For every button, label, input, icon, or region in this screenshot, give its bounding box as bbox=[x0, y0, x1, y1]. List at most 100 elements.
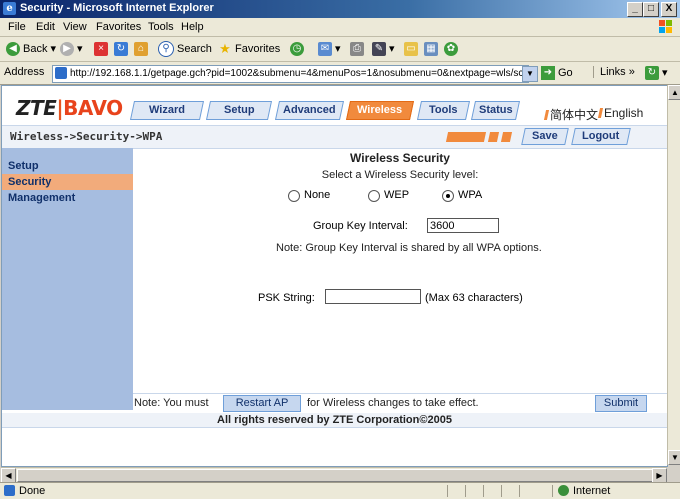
group-key-input[interactable] bbox=[427, 218, 499, 233]
decor-bar bbox=[487, 132, 500, 142]
save-button[interactable]: Save bbox=[521, 128, 569, 145]
minimize-button[interactable]: _ bbox=[627, 2, 643, 17]
decor-bar bbox=[445, 132, 487, 142]
star-icon: ★ bbox=[219, 41, 231, 57]
mail-button[interactable]: ✉ ▾ bbox=[318, 41, 341, 57]
breadcrumb: Wireless->Security->WPA bbox=[10, 130, 163, 143]
nav-wizard[interactable]: Wizard bbox=[129, 101, 205, 120]
restart-note-post: for Wireless changes to take effect. bbox=[307, 397, 479, 409]
edit-button[interactable]: ✎ ▾ bbox=[372, 41, 395, 57]
lang-english[interactable]: English bbox=[597, 106, 643, 120]
lang-marker-icon bbox=[597, 108, 604, 118]
mail-icon: ✉ bbox=[318, 42, 332, 57]
extension-icon: ↻ bbox=[645, 66, 659, 81]
nav-wireless[interactable]: Wireless bbox=[345, 101, 415, 120]
psk-input[interactable] bbox=[325, 289, 421, 304]
stop-button[interactable]: × bbox=[94, 41, 111, 57]
status-panel bbox=[483, 485, 484, 497]
logout-button[interactable]: Logout bbox=[571, 128, 631, 145]
nav-status[interactable]: Status bbox=[470, 101, 521, 120]
radio-none-label: None bbox=[304, 189, 331, 201]
back-button[interactable]: ◀ Back ▾ bbox=[6, 41, 56, 57]
print-button[interactable]: ⎙ bbox=[350, 41, 367, 57]
nav-tools[interactable]: Tools bbox=[416, 101, 471, 120]
menu-bar: File Edit View Favorites Tools Help bbox=[0, 18, 680, 37]
address-bar: Address http://192.168.1.1/getpage.gch?p… bbox=[0, 62, 680, 85]
address-input[interactable]: http://192.168.1.1/getpage.gch?pid=1002&… bbox=[52, 65, 529, 83]
scroll-down-icon[interactable]: ▼ bbox=[668, 450, 680, 465]
home-button[interactable]: ⌂ bbox=[134, 41, 151, 57]
folder-icon: ▭ bbox=[404, 42, 418, 57]
radio-wep-label: WEP bbox=[384, 189, 410, 201]
scroll-thumb[interactable] bbox=[17, 469, 653, 482]
address-dropdown-icon[interactable]: ▼ bbox=[522, 66, 538, 82]
menu-view[interactable]: View bbox=[63, 21, 87, 33]
status-bar: Done Internet bbox=[0, 482, 680, 499]
menu-favorites[interactable]: Favorites bbox=[96, 21, 141, 33]
research-button[interactable]: ▦ bbox=[424, 41, 441, 57]
lang-marker-icon bbox=[543, 110, 550, 120]
horizontal-scrollbar[interactable]: ◀ ▶ bbox=[1, 467, 667, 483]
status-panel bbox=[447, 485, 448, 497]
zone-text: Internet bbox=[573, 485, 611, 497]
scroll-right-icon[interactable]: ▶ bbox=[652, 468, 667, 483]
group-key-label: Group Key Interval: bbox=[313, 220, 408, 232]
restart-ap-button[interactable]: Restart AP bbox=[223, 395, 301, 412]
history-icon: ◷ bbox=[290, 42, 304, 57]
close-button[interactable]: X bbox=[661, 2, 677, 17]
ie-icon: e bbox=[3, 2, 16, 15]
go-button[interactable]: ➜ Go bbox=[541, 65, 573, 81]
search-button[interactable]: ⚲ Search bbox=[158, 41, 212, 58]
refresh-button[interactable]: ↻ bbox=[114, 41, 131, 57]
forward-arrow-icon: ▶ bbox=[60, 42, 74, 57]
status-panel bbox=[465, 485, 466, 497]
links-extra-button[interactable]: ↻ ▾ bbox=[645, 65, 668, 81]
menu-help[interactable]: Help bbox=[181, 21, 204, 33]
submit-button[interactable]: Submit bbox=[595, 395, 647, 412]
menu-tools[interactable]: Tools bbox=[148, 21, 174, 33]
menu-file[interactable]: File bbox=[8, 21, 26, 33]
go-arrow-icon: ➜ bbox=[541, 66, 555, 81]
restart-note-pre: Note: You must bbox=[134, 397, 209, 409]
footer: All rights reserved by ZTE Corporation©2… bbox=[2, 413, 667, 428]
radio-wpa[interactable] bbox=[442, 190, 454, 202]
forward-button[interactable]: ▶ ▾ bbox=[60, 41, 83, 57]
nav-setup[interactable]: Setup bbox=[205, 101, 273, 120]
scroll-left-icon[interactable]: ◀ bbox=[1, 468, 16, 483]
window-title: Security - Microsoft Internet Explorer bbox=[20, 2, 214, 14]
action-bar: Note: You must Restart AP for Wireless c… bbox=[133, 393, 667, 413]
research-icon: ▦ bbox=[424, 42, 438, 57]
search-icon: ⚲ bbox=[158, 41, 174, 58]
lang-chinese[interactable]: 简体中文 bbox=[543, 106, 598, 123]
title-bar: e Security - Microsoft Internet Explorer… bbox=[0, 0, 680, 18]
status-panel bbox=[501, 485, 502, 497]
nav-advanced[interactable]: Advanced bbox=[274, 101, 345, 120]
edit-icon: ✎ bbox=[372, 42, 386, 57]
vertical-scrollbar[interactable]: ▲ ▼ bbox=[667, 85, 680, 465]
radio-none[interactable] bbox=[288, 190, 300, 202]
messenger-icon: ✿ bbox=[444, 42, 458, 57]
radio-wpa-label: WPA bbox=[458, 189, 483, 201]
group-key-note: Note: Group Key Interval is shared by al… bbox=[276, 242, 542, 254]
breadcrumb-bar: Wireless->Security->WPA Save Logout bbox=[2, 125, 667, 149]
status-panel bbox=[552, 485, 553, 497]
sidebar-item-security[interactable]: Security bbox=[2, 174, 133, 190]
messenger-button[interactable]: ✿ bbox=[444, 41, 461, 57]
sidebar-item-management[interactable]: Management bbox=[2, 190, 133, 206]
scroll-up-icon[interactable]: ▲ bbox=[668, 85, 680, 100]
maximize-button[interactable]: □ bbox=[643, 2, 659, 17]
links-button[interactable]: Links » bbox=[593, 66, 635, 78]
history-button[interactable]: ◷ bbox=[290, 41, 307, 57]
section-title: Wireless Security bbox=[350, 151, 450, 165]
status-page-icon bbox=[4, 485, 15, 498]
print-icon: ⎙ bbox=[350, 42, 364, 57]
home-icon: ⌂ bbox=[134, 42, 148, 57]
menu-edit[interactable]: Edit bbox=[36, 21, 55, 33]
psk-hint: (Max 63 characters) bbox=[425, 292, 523, 304]
sidebar-item-setup[interactable]: Setup bbox=[2, 158, 133, 174]
stop-icon: × bbox=[94, 42, 108, 57]
back-arrow-icon: ◀ bbox=[6, 42, 20, 57]
favorites-button[interactable]: ★ Favorites bbox=[218, 41, 280, 57]
discuss-button[interactable]: ▭ bbox=[404, 41, 421, 57]
radio-wep[interactable] bbox=[368, 190, 380, 202]
